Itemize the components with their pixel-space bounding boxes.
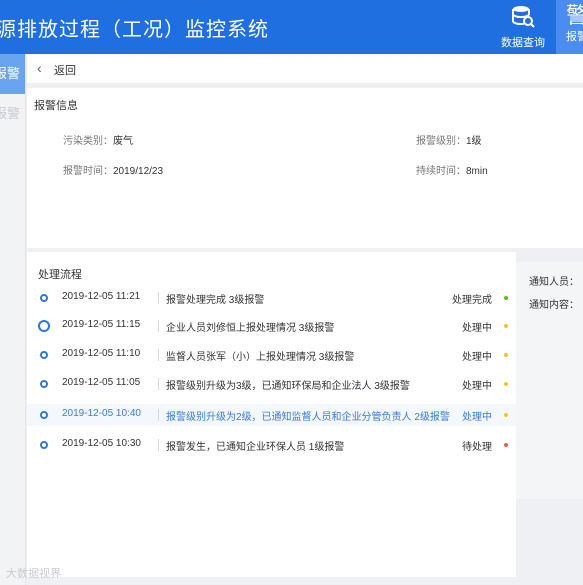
alarm-info-title: 报警信息 xyxy=(34,100,78,112)
duration-label: 持续时间： xyxy=(416,166,466,177)
row-desc: 企业人员刘修恒上报处理情况 3级报警 xyxy=(166,323,335,334)
nav-data-query[interactable]: 数据查询 xyxy=(494,0,552,54)
pollution-type-label: 污染类别： xyxy=(63,136,113,147)
timeline-row[interactable]: 2019-12-05 11:15 企业人员刘修恒上报处理情况 3级报警 处理中 xyxy=(27,315,516,337)
timeline-row[interactable]: 2019-12-05 11:21 报警处理完成 3级报警 处理完成 xyxy=(27,287,516,309)
row-time: 2019-12-05 11:10 xyxy=(62,348,141,359)
status-dot-icon xyxy=(504,353,508,357)
alarm-time-label: 报警时间： xyxy=(63,166,113,177)
divider xyxy=(158,292,159,304)
timeline-dot-icon xyxy=(40,411,48,419)
alarm-level-value: 1级 xyxy=(466,136,482,147)
timeline-row[interactable]: 2019-12-05 10:30 报警发生，已通知企业环保人员 1级报警 待处理 xyxy=(27,434,516,456)
row-status: 处理中 xyxy=(462,381,492,392)
timeline-dot-icon xyxy=(40,294,48,302)
sidebar-item-alarm-1[interactable]: 报警 xyxy=(0,54,25,94)
back-link[interactable]: 返回 xyxy=(54,62,76,78)
nav-data-query-label: 数据查询 xyxy=(501,37,545,49)
pollution-type-value: 废气 xyxy=(113,136,133,147)
status-dot-icon xyxy=(504,324,508,328)
row-status: 处理中 xyxy=(462,323,492,334)
timeline-dot-icon xyxy=(40,351,48,359)
timeline-dot-icon xyxy=(40,380,48,388)
timeline-row[interactable]: 2019-12-05 11:10 监督人员张军（小）上报处理情况 3级报警 处理… xyxy=(27,344,516,366)
process-panel: 处理流程 2019-12-05 11:21 报警处理完成 3级报警 处理完成 2… xyxy=(27,252,516,577)
alarm-level-label: 报警级别： xyxy=(416,136,466,147)
app-title: 源排放过程（工况）监控系统 xyxy=(0,19,269,41)
status-dot-icon xyxy=(504,413,508,417)
top-header: 源排放过程（工况）监控系统 数据查询 警 报警 xyxy=(0,0,583,54)
nav-alarm-icon: 警 xyxy=(566,3,583,28)
divider xyxy=(158,409,159,421)
row-status: 待处理 xyxy=(462,442,492,453)
duration-value: 8min xyxy=(466,166,488,177)
divider xyxy=(158,349,159,361)
nav-alarm-label: 报警 xyxy=(566,31,583,43)
row-desc: 报警级别升级为2级，已通知监督人员和企业分管负责人 2级报警 xyxy=(166,412,450,423)
timeline-dot-icon xyxy=(38,320,50,332)
row-status: 处理完成 xyxy=(452,295,492,306)
chevron-left-icon[interactable]: ‹ xyxy=(37,61,42,75)
row-time: 2019-12-05 11:15 xyxy=(62,319,141,330)
divider xyxy=(158,378,159,390)
row-time: 2019-12-05 11:05 xyxy=(62,377,141,388)
divider xyxy=(158,320,159,332)
row-status: 处理中 xyxy=(462,352,492,363)
timeline-dot-icon xyxy=(40,441,48,449)
notify-person-label: 通知人员： xyxy=(529,277,579,288)
status-dot-icon xyxy=(504,443,508,447)
alarm-time-value: 2019/12/23 xyxy=(113,166,164,177)
database-search-icon xyxy=(494,5,552,32)
row-desc: 报警处理完成 3级报警 xyxy=(166,295,265,306)
watermark: 大数据视界 xyxy=(6,568,61,580)
back-bar: ‹ 返回 xyxy=(27,54,583,84)
row-desc: 监督人员张军（小）上报处理情况 3级报警 xyxy=(166,352,355,363)
notify-panel: 通知人员： 通知内容： xyxy=(516,262,583,499)
row-time: 2019-12-05 11:21 xyxy=(62,291,141,302)
row-time: 2019-12-05 10:40 xyxy=(62,408,141,419)
row-desc: 报警级别升级为3级，已通知环保局和企业法人 3级报警 xyxy=(166,381,410,392)
timeline-row-highlighted[interactable]: 2019-12-05 10:40 报警级别升级为2级，已通知监督人员和企业分管负… xyxy=(27,404,516,426)
alarm-time: 报警时间：2019/12/23 xyxy=(63,162,163,177)
row-status: 处理中 xyxy=(462,412,492,423)
notify-content-label: 通知内容： xyxy=(529,300,579,311)
sidebar: 报警 报警 xyxy=(0,54,26,585)
divider xyxy=(158,439,159,451)
status-dot-icon xyxy=(504,296,508,300)
nav-alarm[interactable]: 警 报警 xyxy=(556,0,583,54)
duration: 持续时间：8min xyxy=(416,162,488,177)
row-time: 2019-12-05 10:30 xyxy=(62,438,141,449)
alarm-level: 报警级别：1级 xyxy=(416,132,482,147)
timeline-row[interactable]: 2019-12-05 11:05 报警级别升级为3级，已通知环保局和企业法人 3… xyxy=(27,373,516,395)
alarm-info-panel: 报警信息 污染类别：废气 报警级别：1级 报警时间：2019/12/23 持续时… xyxy=(27,88,583,248)
sidebar-item-alarm-2[interactable]: 报警 xyxy=(0,94,25,134)
row-desc: 报警发生，已通知企业环保人员 1级报警 xyxy=(166,442,345,453)
pollution-type: 污染类别：废气 xyxy=(63,132,133,147)
status-dot-icon xyxy=(504,382,508,386)
process-title: 处理流程 xyxy=(38,269,82,281)
